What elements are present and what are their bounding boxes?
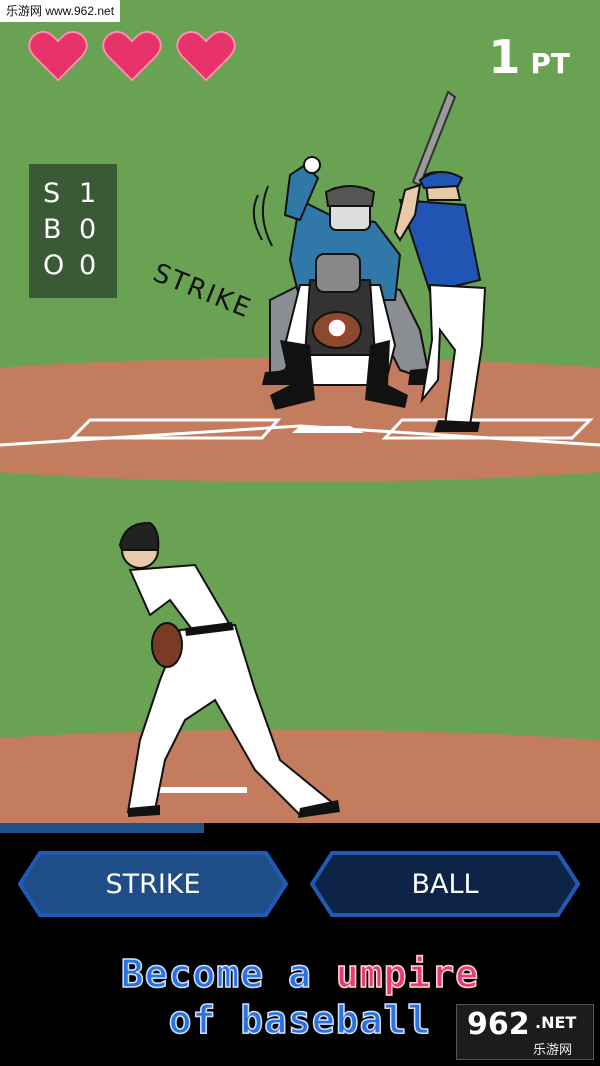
promo-text-become: Become a — [120, 951, 336, 997]
ball-label: B — [43, 214, 62, 245]
promo-text-umpire: umpire — [335, 951, 480, 997]
strike-count: 1 — [79, 178, 97, 209]
out-count-row: O 0 — [29, 250, 117, 284]
pitch-timer-bar — [0, 823, 600, 833]
logo-suffix: .NET — [535, 1013, 577, 1032]
strike-label: S — [43, 178, 61, 209]
score-unit: PT — [530, 47, 570, 80]
game-screen: 乐游网 www.962.net 1 PT S 1 B 0 O 0 STRIKE — [0, 0, 600, 1066]
pitch-timer-fill — [0, 823, 204, 833]
strike-count-row: S 1 — [29, 178, 117, 212]
ball-button[interactable]: BALL — [310, 850, 580, 918]
baseball-field-scene — [0, 0, 600, 823]
sbo-count-board: S 1 B 0 O 0 — [29, 164, 117, 298]
score-value: 1 — [488, 30, 521, 84]
heart-icon — [176, 30, 236, 82]
heart-icon — [28, 30, 88, 82]
ball-count: 0 — [79, 214, 97, 245]
ball-count-row: B 0 — [29, 214, 117, 248]
logo-number: 962 — [467, 1007, 530, 1042]
promo-line-1: Become a umpire — [0, 951, 600, 997]
out-count: 0 — [79, 250, 97, 281]
logo-cn-text: 乐游网 — [533, 1043, 573, 1058]
ball-button-label: BALL — [411, 868, 479, 900]
lives-indicator — [28, 30, 236, 82]
heart-icon — [102, 30, 162, 82]
promo-text-baseball: of baseball — [168, 997, 432, 1043]
score-display: 1 PT — [488, 30, 570, 84]
out-label: O — [43, 250, 65, 281]
strike-button-label: STRIKE — [105, 868, 201, 900]
strike-button[interactable]: STRIKE — [18, 850, 288, 918]
site-watermark: 乐游网 www.962.net — [0, 0, 121, 22]
site-logo-watermark: 962 乐游网 .NET — [456, 1004, 594, 1060]
